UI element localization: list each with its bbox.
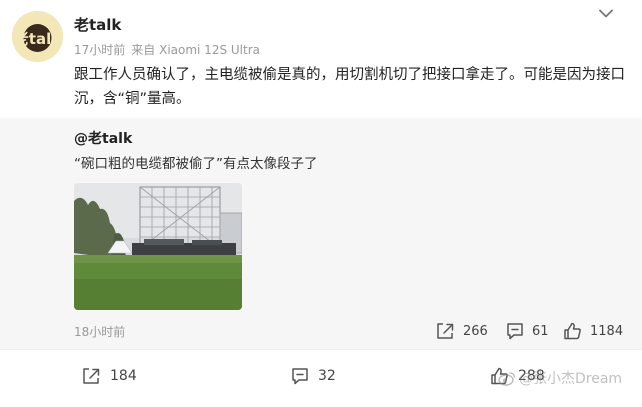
quote-comment-button[interactable]: 61	[506, 322, 549, 340]
avatar[interactable]: 老talk	[12, 11, 63, 62]
quote-like-count: 1184	[590, 323, 624, 339]
chevron-down-icon[interactable]	[598, 6, 614, 20]
quote-author[interactable]: @老talk	[74, 128, 132, 148]
comment-count: 32	[318, 368, 336, 384]
footer-divider	[0, 349, 642, 350]
quote-text: “碗口粗的电缆都被偷了”有点太像段子了	[74, 156, 318, 172]
comment-icon	[292, 368, 308, 385]
quote-photo[interactable]	[74, 183, 242, 310]
quote-time[interactable]: 18小时前	[74, 323, 125, 340]
like-icon	[564, 322, 581, 340]
post-source: 来自 Xiaomi 12S Ultra	[131, 43, 260, 57]
repost-count: 184	[110, 368, 137, 384]
comment-button[interactable]: 32	[291, 367, 336, 385]
post-time[interactable]: 17小时前	[74, 43, 125, 57]
author-name[interactable]: 老talk	[74, 14, 121, 35]
repost-button[interactable]: 184	[82, 367, 137, 385]
repost-icon	[83, 368, 100, 384]
quote-like-button[interactable]: 1184	[563, 322, 623, 340]
weibo-logo-icon	[498, 371, 516, 386]
avatar-logo-text: 老talk	[13, 30, 62, 48]
watermark-text: @张小杰Dream	[519, 371, 623, 387]
quote-comment-count: 61	[532, 323, 549, 339]
watermark: @张小杰Dream	[498, 368, 622, 388]
quote-repost-count: 266	[463, 323, 488, 339]
post-text: 跟工作人员确认了，主电缆被偷是真的，用切割机切了把接口拿走了。可能是因为接口沉，…	[74, 67, 625, 107]
repost-icon	[437, 323, 454, 339]
quote-repost-button[interactable]: 266	[436, 322, 488, 340]
post-meta: 17小时前 来自 Xiaomi 12S Ultra	[74, 41, 260, 58]
comment-icon	[507, 323, 523, 340]
